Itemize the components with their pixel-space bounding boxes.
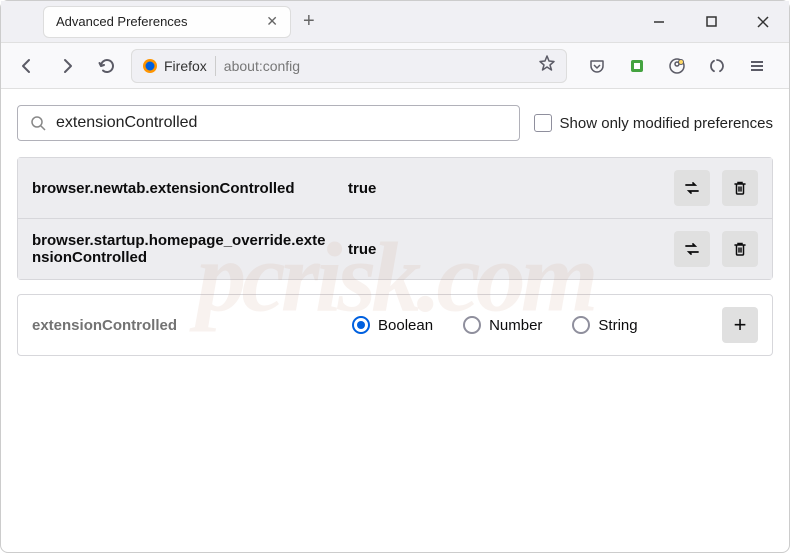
new-pref-name: extensionControlled	[32, 317, 332, 334]
trash-icon	[731, 179, 749, 197]
identity-label: Firefox	[164, 58, 207, 74]
pref-list: browser.newtab.extensionControlled true …	[17, 157, 773, 280]
plus-icon: +	[734, 312, 747, 338]
overflow-icon[interactable]	[701, 50, 733, 82]
content: Show only modified preferences browser.n…	[1, 89, 789, 372]
pref-actions	[674, 231, 758, 267]
toolbar-icons	[575, 50, 779, 82]
toggle-icon	[683, 179, 701, 197]
window-controls	[633, 1, 789, 43]
pref-value: true	[348, 241, 658, 258]
radio-icon[interactable]	[352, 316, 370, 334]
radio-number[interactable]: Number	[463, 316, 542, 334]
add-button[interactable]: +	[722, 307, 758, 343]
address-bar[interactable]: Firefox about:config	[131, 49, 567, 83]
delete-button[interactable]	[722, 170, 758, 206]
new-tab-button[interactable]: +	[303, 10, 315, 33]
radio-label: Boolean	[378, 317, 433, 334]
bookmark-star-icon[interactable]	[538, 54, 556, 77]
toggle-button[interactable]	[674, 170, 710, 206]
identity-box[interactable]: Firefox	[142, 58, 207, 74]
checkbox-label-text: Show only modified preferences	[560, 115, 773, 132]
divider	[215, 56, 216, 76]
firefox-icon	[142, 58, 158, 74]
search-row: Show only modified preferences	[17, 105, 773, 141]
pref-actions	[674, 170, 758, 206]
pref-value: true	[348, 180, 658, 197]
pref-row: browser.startup.homepage_override.extens…	[18, 219, 772, 279]
url-text: about:config	[224, 58, 530, 74]
maximize-button[interactable]	[685, 1, 737, 43]
close-icon[interactable]: ✕	[266, 13, 278, 30]
type-radio-group: Boolean Number String	[352, 316, 702, 334]
radio-icon[interactable]	[572, 316, 590, 334]
checkbox-icon[interactable]	[534, 114, 552, 132]
radio-boolean[interactable]: Boolean	[352, 316, 433, 334]
radio-label: Number	[489, 317, 542, 334]
menu-button[interactable]	[741, 50, 773, 82]
reload-button[interactable]	[91, 50, 123, 82]
extension-icon[interactable]	[621, 50, 653, 82]
delete-button[interactable]	[722, 231, 758, 267]
toggle-icon	[683, 240, 701, 258]
back-button[interactable]	[11, 50, 43, 82]
search-input[interactable]	[56, 114, 507, 132]
show-modified-checkbox[interactable]: Show only modified preferences	[534, 114, 773, 132]
pref-name: browser.startup.homepage_override.extens…	[32, 232, 332, 266]
minimize-button[interactable]	[633, 1, 685, 43]
radio-icon[interactable]	[463, 316, 481, 334]
pref-name: browser.newtab.extensionControlled	[32, 180, 332, 197]
new-pref-row: extensionControlled Boolean Number Strin…	[17, 294, 773, 356]
forward-button[interactable]	[51, 50, 83, 82]
titlebar: Advanced Preferences ✕ +	[1, 1, 789, 43]
radio-string[interactable]: String	[572, 316, 637, 334]
search-icon	[30, 115, 46, 131]
pref-row: browser.newtab.extensionControlled true	[18, 158, 772, 219]
toggle-button[interactable]	[674, 231, 710, 267]
trash-icon	[731, 240, 749, 258]
search-box[interactable]	[17, 105, 520, 141]
close-window-button[interactable]	[737, 1, 789, 43]
tab-title: Advanced Preferences	[56, 14, 188, 29]
pocket-icon[interactable]	[581, 50, 613, 82]
toolbar: Firefox about:config	[1, 43, 789, 89]
tab-active[interactable]: Advanced Preferences ✕	[43, 6, 291, 38]
account-icon[interactable]	[661, 50, 693, 82]
radio-label: String	[598, 317, 637, 334]
